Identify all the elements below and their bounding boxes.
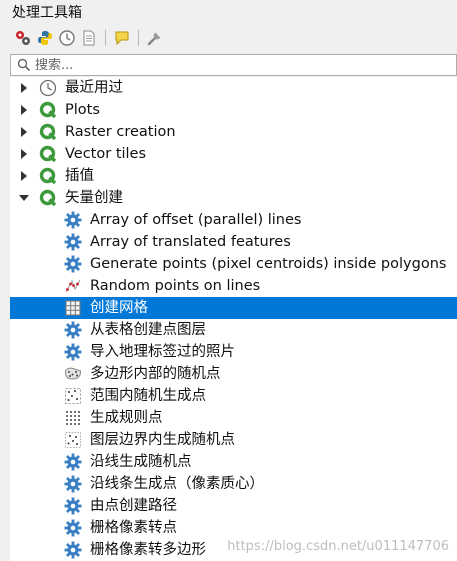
random-points-lines-icon (65, 279, 81, 293)
tool-label: 由点创建路径 (90, 498, 177, 514)
history-icon (59, 30, 75, 46)
random-points-extent-icon (65, 388, 81, 404)
gear-icon (64, 343, 82, 361)
toolbox-tree: 最近用过 Plots Raster creation Vector tiles … (10, 77, 457, 561)
gear-icon (64, 541, 82, 559)
tree-group-label: 矢量创建 (65, 190, 123, 206)
tool-item[interactable]: 生成规则点 (10, 407, 457, 429)
tool-item[interactable]: 沿线生成随机点 (10, 451, 457, 473)
tool-label: Generate points (pixel centroids) inside… (90, 256, 447, 272)
gear-icon (64, 255, 82, 273)
tool-label: 导入地理标签过的照片 (90, 344, 235, 360)
tree-group-interpolation[interactable]: 插值 (10, 165, 457, 187)
tool-item[interactable]: Generate points (pixel centroids) inside… (10, 253, 457, 275)
tree-group-vector-tiles[interactable]: Vector tiles (10, 143, 457, 165)
gear-icon (64, 453, 82, 471)
results-icon (83, 30, 95, 46)
toolbar-separator (105, 30, 106, 46)
tool-item[interactable]: Random points on lines (10, 275, 457, 297)
tool-item[interactable]: 图层边界内生成随机点 (10, 429, 457, 451)
expand-arrow-icon[interactable] (18, 148, 30, 160)
tool-label: 沿线条生成点（像素质心） (90, 476, 264, 492)
tree-group-label: 插值 (65, 168, 94, 184)
collapse-arrow-icon[interactable] (18, 192, 30, 204)
expand-arrow-icon[interactable] (18, 82, 30, 94)
tree-group-plots[interactable]: Plots (10, 99, 457, 121)
tree-group-label: Raster creation (65, 124, 176, 140)
gear-icon (64, 321, 82, 339)
qgis-icon (39, 167, 57, 185)
clock-icon (39, 79, 57, 97)
tool-item[interactable]: Array of translated features (10, 231, 457, 253)
history-button[interactable] (56, 27, 78, 49)
search-input[interactable] (35, 57, 415, 73)
gear-icon (64, 233, 82, 251)
qgis-icon (39, 123, 57, 141)
python-icon (38, 31, 52, 45)
regular-points-icon (66, 411, 80, 425)
tool-item[interactable]: 沿线条生成点（像素质心） (10, 473, 457, 495)
tool-item[interactable]: 范围内随机生成点 (10, 385, 457, 407)
edit-features-icon (115, 31, 129, 46)
expand-arrow-icon[interactable] (18, 170, 30, 182)
gear-icon (64, 211, 82, 229)
tool-label: Array of offset (parallel) lines (90, 212, 302, 228)
tool-item-selected[interactable]: 创建网格 (10, 297, 457, 319)
gear-icon (64, 497, 82, 515)
tool-item[interactable]: Array of offset (parallel) lines (10, 209, 457, 231)
expand-arrow-icon[interactable] (18, 126, 30, 138)
tree-group-label: Vector tiles (65, 146, 147, 162)
tool-label: 范围内随机生成点 (90, 388, 206, 404)
random-points-polygon-icon (64, 367, 82, 380)
tool-label: 生成规则点 (90, 410, 163, 426)
search-box[interactable] (10, 54, 457, 76)
tool-item[interactable]: 从表格创建点图层 (10, 319, 457, 341)
gear-icon (64, 475, 82, 493)
tree-group-label: Plots (65, 102, 100, 118)
tool-item[interactable]: 由点创建路径 (10, 495, 457, 517)
tool-item[interactable]: 导入地理标签过的照片 (10, 341, 457, 363)
models-button[interactable] (12, 27, 34, 49)
qgis-icon (39, 145, 57, 163)
tree-group-label: 最近用过 (65, 80, 123, 96)
random-points-layer-icon (65, 432, 81, 448)
toolbar (12, 27, 166, 49)
search-icon (17, 58, 31, 72)
tool-label: 多边形内部的随机点 (90, 366, 221, 382)
expand-arrow-icon[interactable] (18, 104, 30, 116)
results-button[interactable] (78, 27, 100, 49)
tree-group-raster-creation[interactable]: Raster creation (10, 121, 457, 143)
edit-features-button[interactable] (111, 27, 133, 49)
options-button[interactable] (144, 27, 166, 49)
tool-label: 图层边界内生成随机点 (90, 432, 235, 448)
watermark: https://blog.csdn.net/u011147706 (227, 539, 449, 554)
tool-label: 从表格创建点图层 (90, 322, 206, 338)
models-icon (16, 31, 30, 45)
tool-label: 栅格像素转点 (90, 520, 177, 536)
toolbar-separator (138, 30, 139, 46)
grid-icon (65, 300, 81, 316)
tool-label: 沿线生成随机点 (90, 454, 192, 470)
panel-title: 处理工具箱 (12, 5, 82, 21)
qgis-icon (39, 101, 57, 119)
tree-group-recent[interactable]: 最近用过 (10, 77, 457, 99)
tool-label: Array of translated features (90, 234, 291, 250)
gear-icon (64, 519, 82, 537)
python-button[interactable] (34, 27, 56, 49)
tool-label: 创建网格 (90, 300, 148, 316)
tool-label: 栅格像素转多边形 (90, 542, 206, 558)
tool-item[interactable]: 多边形内部的随机点 (10, 363, 457, 385)
tool-item[interactable]: 栅格像素转点 (10, 517, 457, 539)
options-icon (147, 32, 161, 46)
tree-group-vector-creation[interactable]: 矢量创建 (10, 187, 457, 209)
qgis-icon (39, 189, 57, 207)
tool-label: Random points on lines (90, 278, 261, 294)
